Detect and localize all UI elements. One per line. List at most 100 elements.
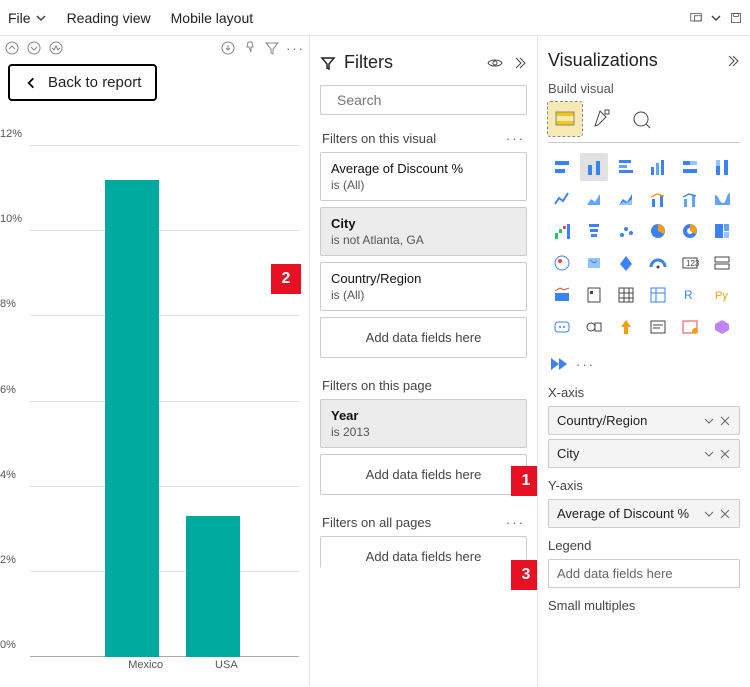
drill-up-icon[interactable] xyxy=(4,40,20,56)
fields-icon xyxy=(554,108,576,130)
add-all-pages-filter[interactable]: Add data fields here xyxy=(320,536,527,568)
visualizations-panel: Visualizations Build visual 123RPy ··· X… xyxy=(538,36,750,687)
download-icon[interactable] xyxy=(220,40,236,56)
donut-icon[interactable] xyxy=(676,217,704,245)
field-city[interactable]: City xyxy=(548,439,740,468)
y-tick: 6% xyxy=(0,384,16,396)
narrative-icon[interactable] xyxy=(644,313,672,341)
bar-mexico[interactable] xyxy=(105,180,159,657)
treemap-icon[interactable] xyxy=(708,217,736,245)
build-fields-tab[interactable] xyxy=(548,102,582,136)
filter-icon[interactable] xyxy=(264,40,280,56)
chevron-down-icon[interactable] xyxy=(703,415,715,427)
collapse-icon[interactable] xyxy=(724,53,740,69)
legend-drop[interactable]: Add data fields here xyxy=(548,559,740,588)
clustered-column-icon[interactable] xyxy=(644,153,672,181)
add-visual-filter[interactable]: Add data fields here xyxy=(320,317,527,358)
mobile-layout-menu[interactable]: Mobile layout xyxy=(171,10,254,26)
filter-card-city[interactable]: City is not Atlanta, GA xyxy=(320,207,527,256)
reading-view-menu[interactable]: Reading view xyxy=(67,10,151,26)
chevron-left-icon xyxy=(24,76,38,90)
ribbon-icon[interactable] xyxy=(708,185,736,213)
more-icon[interactable]: ··· xyxy=(506,515,525,530)
filter-name: Country/Region xyxy=(331,271,516,286)
kpi-icon[interactable] xyxy=(548,281,576,309)
chevron-down-icon[interactable] xyxy=(710,12,722,24)
stacked-area-icon[interactable] xyxy=(612,185,640,213)
callout-marker-1: 1 xyxy=(511,466,538,496)
clustered-bar-icon[interactable] xyxy=(612,153,640,181)
close-icon[interactable] xyxy=(719,508,731,520)
line-clustered-column-icon[interactable] xyxy=(676,185,704,213)
bar-usa[interactable] xyxy=(186,516,240,657)
slicer-icon[interactable] xyxy=(580,281,608,309)
close-icon[interactable] xyxy=(719,415,731,427)
more-visuals-icon[interactable]: ··· xyxy=(576,357,595,372)
close-icon[interactable] xyxy=(719,448,731,460)
pin-icon[interactable] xyxy=(242,40,258,56)
waterfall-icon[interactable] xyxy=(548,217,576,245)
yaxis-label: Y-axis xyxy=(548,478,740,493)
100-stacked-column-icon[interactable] xyxy=(708,153,736,181)
matrix-icon[interactable] xyxy=(644,281,672,309)
chevron-down-icon xyxy=(35,12,47,24)
card-icon[interactable]: 123 xyxy=(676,249,704,277)
funnel-icon[interactable] xyxy=(580,217,608,245)
file-menu[interactable]: File xyxy=(8,10,47,26)
filter-card-discount[interactable]: Average of Discount % is (All) xyxy=(320,152,527,201)
line-icon[interactable] xyxy=(548,185,576,213)
r-visual-icon[interactable]: R xyxy=(676,281,704,309)
field-discount[interactable]: Average of Discount % xyxy=(548,499,740,528)
table-icon[interactable] xyxy=(612,281,640,309)
back-to-report-button[interactable]: Back to report xyxy=(8,64,157,101)
area-icon[interactable] xyxy=(580,185,608,213)
azure-map-icon[interactable] xyxy=(612,249,640,277)
expand-icon[interactable] xyxy=(48,40,64,56)
x-label: USA xyxy=(215,659,238,671)
key-influencers-icon[interactable] xyxy=(580,313,608,341)
pie-icon[interactable] xyxy=(644,217,672,245)
layout-icon[interactable] xyxy=(690,12,702,24)
scatter-icon[interactable] xyxy=(612,217,640,245)
gauge-icon[interactable] xyxy=(644,249,672,277)
paginated-icon[interactable] xyxy=(676,313,704,341)
chevron-down-icon[interactable] xyxy=(703,508,715,520)
all-pages-filters-header: Filters on all pages xyxy=(322,515,431,530)
small-multiples-label: Small multiples xyxy=(548,598,740,613)
stacked-column-icon[interactable] xyxy=(580,153,608,181)
multi-card-icon[interactable] xyxy=(708,249,736,277)
filter-card-year[interactable]: Year is 2013 xyxy=(320,399,527,448)
build-analytics-tab[interactable] xyxy=(624,102,658,136)
search-input[interactable] xyxy=(337,92,518,108)
filter-search[interactable] xyxy=(320,85,527,115)
drill-down-icon[interactable] xyxy=(26,40,42,56)
filled-map-icon[interactable] xyxy=(580,249,608,277)
field-country-region[interactable]: Country/Region xyxy=(548,406,740,435)
filter-name: City xyxy=(331,216,516,231)
more-icon[interactable]: ··· xyxy=(506,131,525,146)
stacked-bar-icon[interactable] xyxy=(548,153,576,181)
svg-text:Py: Py xyxy=(715,290,728,302)
power-automate-icon[interactable] xyxy=(548,353,570,375)
qa-icon[interactable] xyxy=(548,313,576,341)
y-tick: 8% xyxy=(0,298,16,310)
filters-title: Filters xyxy=(344,52,479,73)
bar-chart[interactable]: 0% 2% 4% 6% 8% 10% 12% Mexico xyxy=(0,146,299,677)
more-icon[interactable]: ··· xyxy=(286,41,305,56)
line-stacked-column-icon[interactable] xyxy=(644,185,672,213)
powerapps-icon[interactable] xyxy=(708,313,736,341)
filter-card-country[interactable]: Country/Region is (All) xyxy=(320,262,527,311)
add-page-filter[interactable]: Add data fields here xyxy=(320,454,527,495)
save-icon[interactable] xyxy=(730,12,742,24)
chevron-down-icon[interactable] xyxy=(703,448,715,460)
py-visual-icon[interactable]: Py xyxy=(708,281,736,309)
top-menu-bar: File Reading view Mobile layout xyxy=(0,0,750,36)
y-tick: 4% xyxy=(0,469,16,481)
100-stacked-bar-icon[interactable] xyxy=(676,153,704,181)
decomposition-icon[interactable] xyxy=(612,313,640,341)
filter-value: is 2013 xyxy=(331,425,516,439)
eye-icon[interactable] xyxy=(487,55,503,71)
build-format-tab[interactable] xyxy=(586,102,620,136)
map-icon[interactable] xyxy=(548,249,576,277)
collapse-icon[interactable] xyxy=(511,55,527,71)
